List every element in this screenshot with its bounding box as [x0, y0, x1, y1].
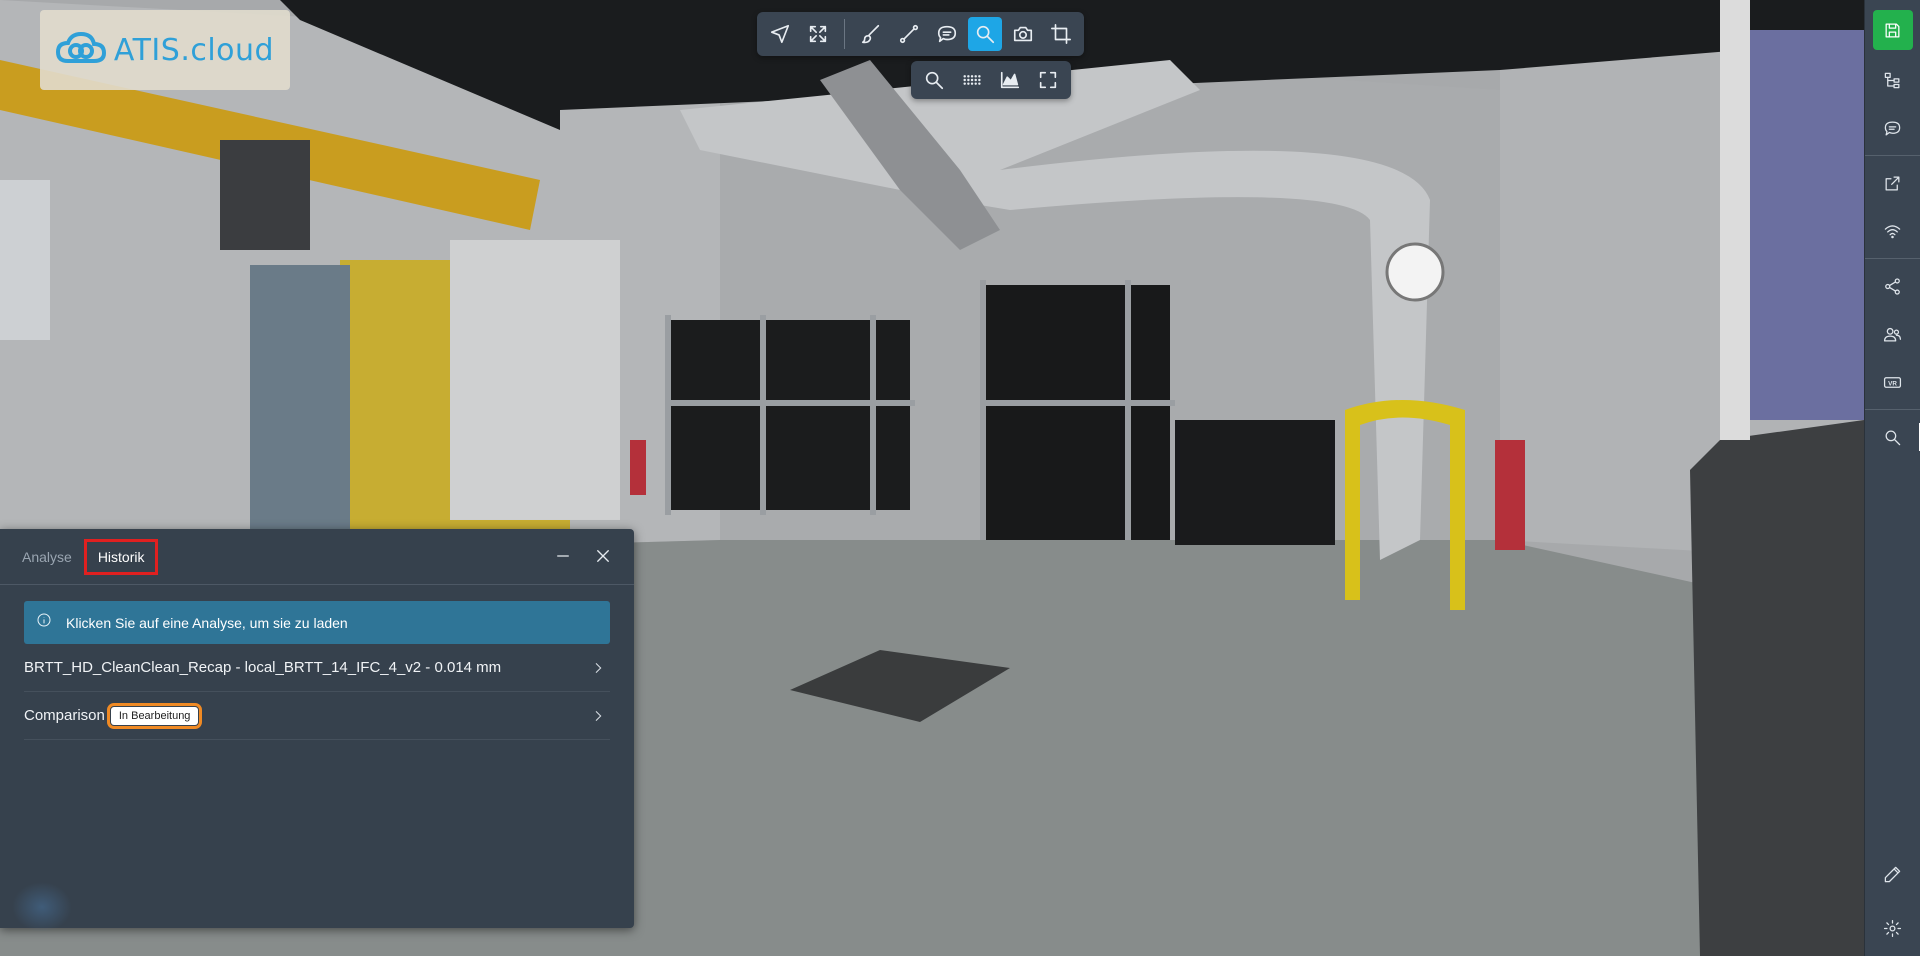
users-icon[interactable]: [1865, 310, 1920, 358]
logo-text: ATIS.cloud: [113, 32, 275, 68]
wifi-icon[interactable]: [1865, 207, 1920, 255]
panel-header: Analyse Historik: [0, 529, 634, 585]
chat-icon[interactable]: [1865, 104, 1920, 152]
external-link-icon[interactable]: [1865, 159, 1920, 207]
brush-icon[interactable]: [854, 17, 888, 51]
panel-actions: [552, 545, 614, 567]
vr-label: VR: [1888, 380, 1897, 387]
analysis-panel: Analyse Historik Klicken Sie auf eine An…: [0, 529, 634, 932]
tree-icon[interactable]: [1865, 56, 1920, 104]
share-icon[interactable]: [1865, 262, 1920, 310]
camera-icon[interactable]: [1006, 17, 1040, 51]
toolbar-divider: [844, 19, 845, 49]
point-grid-icon[interactable]: [955, 63, 989, 97]
close-icon[interactable]: [592, 545, 614, 567]
status-badge: In Bearbeitung: [106, 702, 203, 729]
info-icon: [36, 612, 52, 633]
analysis-title: BRTT_HD_CleanClean_Recap - local_BRTT_14…: [24, 659, 502, 676]
sidebar-divider: [1864, 155, 1920, 156]
save-icon[interactable]: [1872, 10, 1913, 50]
search-icon[interactable]: [968, 17, 1002, 51]
sidebar-divider: [1864, 409, 1920, 410]
search-sub-toolbar: [911, 61, 1071, 99]
pencil-icon[interactable]: [1865, 850, 1920, 898]
minimize-icon[interactable]: [552, 545, 574, 567]
cloud-logo-icon: [55, 31, 106, 70]
panel-corner-glow: [12, 882, 72, 932]
search-icon[interactable]: [1865, 413, 1920, 461]
chevron-right-icon: [590, 708, 606, 724]
settings-icon[interactable]: [1865, 904, 1920, 952]
measure-line-icon[interactable]: [892, 17, 926, 51]
info-text: Klicken Sie auf eine Analyse, um sie zu …: [66, 614, 348, 631]
chevron-right-icon: [590, 660, 606, 676]
atis-cloud-logo[interactable]: ATIS.cloud: [40, 10, 290, 90]
fit-view-icon[interactable]: [801, 17, 835, 51]
vr-icon[interactable]: VR: [1865, 358, 1920, 406]
navigate-icon[interactable]: [763, 17, 797, 51]
list-item[interactable]: BRTT_HD_CleanClean_Recap - local_BRTT_14…: [24, 644, 610, 692]
tab-historik[interactable]: Historik: [83, 538, 159, 575]
analysis-title: Comparison: [24, 707, 105, 724]
crop-icon[interactable]: [1044, 17, 1078, 51]
main-toolbar: [757, 12, 1084, 56]
comment-icon[interactable]: [930, 17, 964, 51]
chart-area-icon[interactable]: [993, 63, 1027, 97]
right-sidebar: VR: [1864, 0, 1920, 956]
list-item[interactable]: Comparison In Bearbeitung: [24, 692, 610, 740]
zoom-icon[interactable]: [917, 63, 951, 97]
fullscreen-icon[interactable]: [1031, 63, 1065, 97]
info-banner: Klicken Sie auf eine Analyse, um sie zu …: [24, 601, 610, 644]
tab-analyse[interactable]: Analyse: [10, 541, 84, 573]
sidebar-divider: [1864, 258, 1920, 259]
